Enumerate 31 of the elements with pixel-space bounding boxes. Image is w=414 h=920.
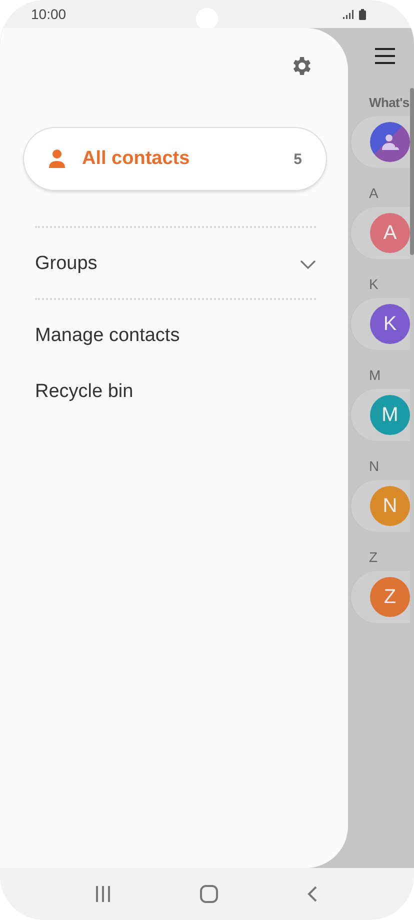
profile-card[interactable] <box>350 116 410 168</box>
contact-avatar: M <box>370 395 410 435</box>
section-header: A <box>369 185 380 201</box>
contact-card[interactable]: Z <box>350 571 410 623</box>
contact-card[interactable]: M <box>350 389 410 441</box>
chevron-icon <box>300 260 316 268</box>
signal-icon <box>342 8 354 20</box>
contact-avatar: Z <box>370 577 410 617</box>
contact-avatar: A <box>370 213 410 253</box>
contact-card[interactable]: N <box>350 480 410 532</box>
section-header: N <box>369 458 380 474</box>
section-header: K <box>369 276 380 292</box>
back-button[interactable] <box>307 885 320 903</box>
menu-link[interactable]: Recycle bin <box>35 364 326 420</box>
contact-avatar: K <box>370 304 410 344</box>
groups-row[interactable]: Groups <box>35 246 316 282</box>
section-label: What's <box>369 95 410 110</box>
contact-card[interactable]: A <box>350 207 410 259</box>
battery-icon <box>359 8 366 20</box>
menu-icon[interactable] <box>375 47 395 65</box>
group-icon <box>381 133 399 151</box>
section-header: M <box>369 367 382 383</box>
section-header: Z <box>369 549 379 565</box>
recent-apps-button[interactable] <box>94 885 111 903</box>
home-button[interactable] <box>200 885 218 903</box>
status-time: 10:00 <box>31 6 66 22</box>
drawer-item[interactable]: All contacts 5 <box>24 128 326 190</box>
menu-link[interactable]: Manage contacts <box>35 308 326 364</box>
contact-card[interactable]: K <box>350 298 410 350</box>
contact-avatar: N <box>370 486 410 526</box>
person-icon <box>48 149 66 169</box>
